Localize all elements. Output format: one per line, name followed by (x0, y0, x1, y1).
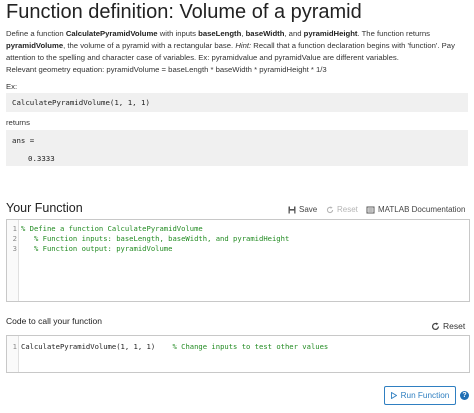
matlab-documentation-link[interactable]: MATLAB Documentation (366, 205, 465, 214)
save-label: Save (299, 205, 318, 214)
problem-description: Define a function CalculatePyramidVolume… (6, 28, 468, 64)
output-name: pyramidVolume (6, 41, 64, 50)
call-reset-button[interactable]: Reset (431, 321, 465, 331)
function-editor[interactable]: 1 % Define a function CalculatePyramidVo… (6, 219, 470, 302)
call-code: CalculatePyramidVolume(1, 1, 1) (21, 342, 156, 351)
save-icon (288, 206, 296, 213)
desc-text: Define a function (6, 29, 66, 38)
your-function-title: Your Function (6, 201, 83, 215)
page-title: Function definition: Volume of a pyramid (6, 1, 362, 23)
example-code-box: CalculatePyramidVolume(1, 1, 1) (6, 93, 468, 112)
call-section-title: Code to call your function (6, 316, 102, 326)
input-name: pyramidHeight (303, 29, 358, 38)
documentation-label: MATLAB Documentation (378, 205, 466, 214)
call-reset-label: Reset (443, 321, 466, 331)
documentation-icon (366, 206, 375, 213)
example-code: CalculatePyramidVolume(1, 1, 1) (12, 98, 150, 107)
help-icon[interactable]: ? (460, 391, 469, 400)
code-line[interactable]: % Function output: pyramidVolume (21, 244, 173, 253)
call-comment: % Change inputs to test other values (172, 342, 329, 351)
desc-text: . The function returns (357, 29, 430, 38)
run-function-label: Run Function (400, 391, 450, 400)
call-editor[interactable]: 1 CalculatePyramidVolume(1, 1, 1) % Chan… (6, 335, 470, 373)
input-name: baseLength (198, 29, 242, 38)
line-number: 3 (12, 244, 17, 253)
reset-label: Reset (337, 205, 358, 214)
run-function-button[interactable]: Run Function (384, 386, 456, 405)
code-line[interactable]: % Define a function CalculatePyramidVolu… (21, 224, 203, 233)
input-name: baseWidth (245, 29, 285, 38)
save-button[interactable]: Save (288, 205, 317, 214)
play-icon (390, 392, 397, 399)
line-number: 1 (12, 342, 17, 351)
ans-value: 0.3333 (28, 154, 55, 163)
function-name: CalculatePyramidVolume (65, 29, 158, 38)
returns-label: returns (6, 118, 30, 127)
desc-text: , the volume of a pyramid with a rectang… (63, 41, 236, 50)
code-line[interactable]: % Function inputs: baseLength, baseWidth… (21, 234, 289, 243)
ans-line: ans = (12, 136, 35, 145)
line-number: 2 (12, 234, 17, 243)
line-number: 1 (12, 224, 17, 233)
desc-text: , and (284, 29, 304, 38)
geometry-equation: Relevant geometry equation: pyramidVolum… (6, 65, 327, 74)
returns-code-box: ans = 0.3333 (6, 130, 468, 166)
example-label: Ex: (6, 82, 18, 91)
reset-button[interactable]: Reset (326, 205, 358, 214)
call-code-line[interactable]: CalculatePyramidVolume(1, 1, 1) % Change… (21, 342, 328, 351)
reset-icon (326, 205, 334, 213)
reset-icon (432, 321, 440, 330)
hint-label: Hint: (235, 41, 252, 50)
desc-text: with inputs (157, 29, 199, 38)
